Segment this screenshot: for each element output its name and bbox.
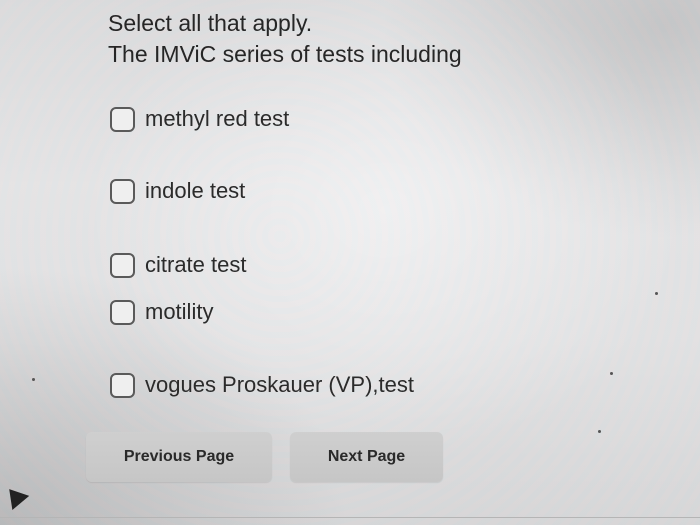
checkbox-icon[interactable] [110, 372, 135, 398]
option-label: vogues Proskauer (VP),test [145, 372, 415, 397]
previous-page-button[interactable]: Previous Page [86, 432, 272, 482]
checkbox-icon[interactable] [110, 252, 135, 278]
checkbox-icon[interactable] [110, 299, 135, 325]
screen-speck [598, 430, 601, 433]
option-label: methyl red test [145, 106, 290, 131]
divider [0, 517, 700, 518]
mouse-pointer-icon [0, 482, 30, 510]
checkbox-icon[interactable] [110, 178, 135, 204]
option-methyl-red-test[interactable]: methyl red test [110, 104, 289, 134]
option-label: motility [145, 299, 214, 324]
screen-speck [610, 372, 613, 375]
screen-speck [32, 378, 35, 381]
question-text: Select all that apply. The IMViC series … [108, 8, 462, 70]
option-indole-test[interactable]: indole test [110, 176, 245, 206]
option-citrate-test[interactable]: citrate test [110, 250, 246, 280]
option-voges-proskauer-test[interactable]: vogues Proskauer (VP),test [110, 370, 414, 400]
next-page-button[interactable]: Next Page [290, 432, 443, 482]
question-prompt: The IMViC series of tests including [108, 41, 462, 67]
option-label: indole test [145, 178, 246, 203]
option-motility[interactable]: motility [110, 297, 213, 327]
screen-speck [655, 292, 658, 295]
option-label: citrate test [145, 252, 247, 277]
question-instruction: Select all that apply. [108, 10, 313, 36]
checkbox-icon[interactable] [110, 106, 135, 132]
